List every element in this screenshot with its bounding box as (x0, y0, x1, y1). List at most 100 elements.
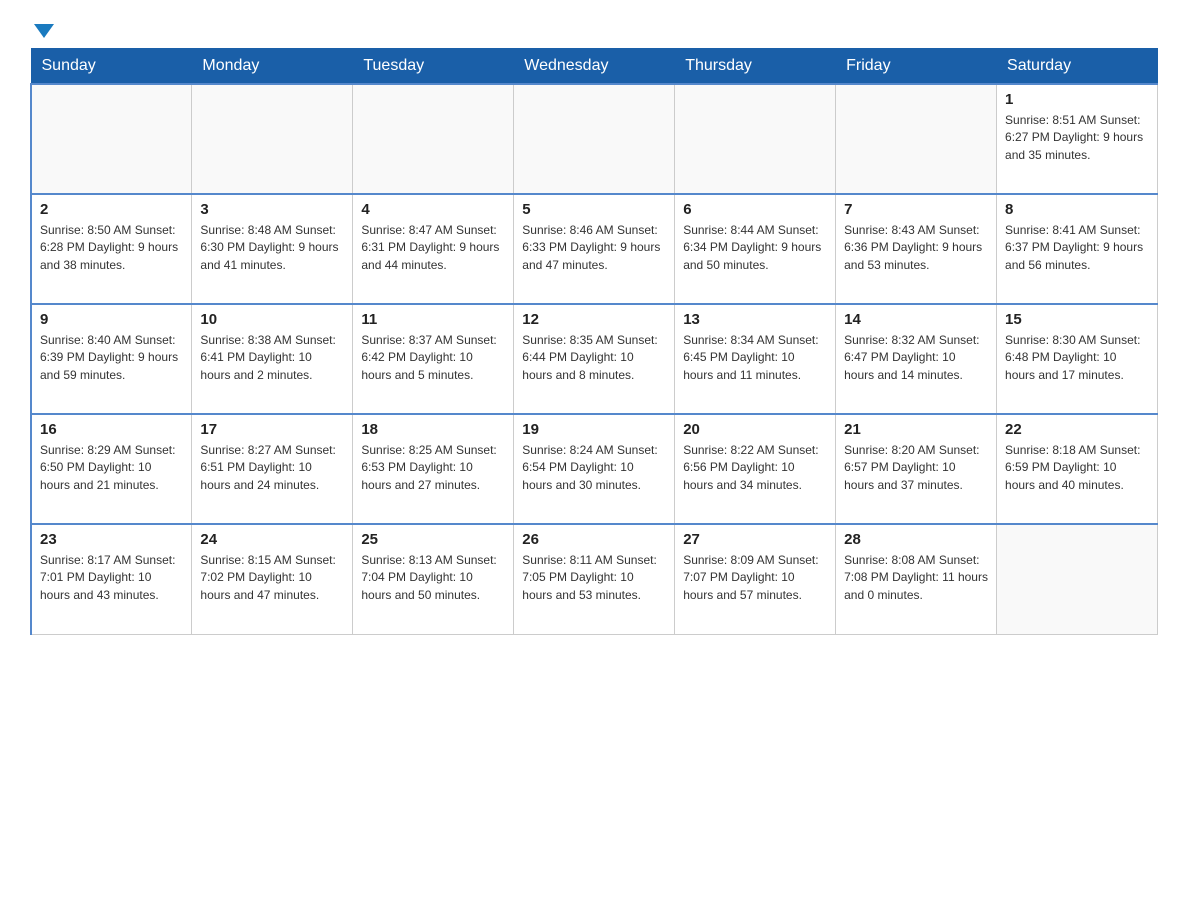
logo (30, 20, 54, 38)
day-info: Sunrise: 8:47 AM Sunset: 6:31 PM Dayligh… (361, 222, 505, 274)
calendar-cell: 19Sunrise: 8:24 AM Sunset: 6:54 PM Dayli… (514, 414, 675, 524)
day-number: 15 (1005, 311, 1149, 328)
day-number: 8 (1005, 201, 1149, 218)
calendar-cell: 23 Sunrise: 8:17 AM Sunset: 7:01 PM Dayli… (31, 524, 192, 634)
day-number: 22 (1005, 421, 1149, 438)
day-info: Sunrise: 8:32 AM Sunset: 6:47 PM Dayligh… (844, 332, 988, 384)
calendar-cell: 6 Sunrise: 8:44 AM Sunset: 6:34 PM Daylig… (675, 194, 836, 304)
day-number: 4 (361, 201, 505, 218)
calendar-header: SundayMondayTuesdayWednesdayThursdayFrid… (31, 49, 1158, 85)
day-number: 10 (200, 311, 344, 328)
calendar-cell (514, 84, 675, 194)
day-number: 24 (200, 531, 344, 548)
calendar-cell (192, 84, 353, 194)
day-info: Sunrise: 8:44 AM Sunset: 6:34 PM Dayligh… (683, 222, 827, 274)
calendar-cell: 5Sunrise: 8:46 AM Sunset: 6:33 PM Daylig… (514, 194, 675, 304)
page-header (30, 20, 1158, 38)
day-info: Sunrise: 8:25 AM Sunset: 6:53 PM Dayligh… (361, 442, 505, 494)
calendar-cell: 7 Sunrise: 8:43 AM Sunset: 6:36 PM Daylig… (836, 194, 997, 304)
day-info: Sunrise: 8:11 AM Sunset: 7:05 PM Dayligh… (522, 552, 666, 604)
calendar-cell: 11 Sunrise: 8:37 AM Sunset: 6:42 PM Dayli… (353, 304, 514, 414)
day-info: Sunrise: 8:51 AM Sunset: 6:27 PM Dayligh… (1005, 112, 1149, 164)
logo-arrow-icon (34, 24, 54, 38)
day-info: Sunrise: 8:35 AM Sunset: 6:44 PM Dayligh… (522, 332, 666, 384)
calendar-week-4: 23 Sunrise: 8:17 AM Sunset: 7:01 PM Dayli… (31, 524, 1158, 634)
weekday-header-tuesday: Tuesday (353, 49, 514, 85)
day-info: Sunrise: 8:15 AM Sunset: 7:02 PM Dayligh… (200, 552, 344, 604)
day-info: Sunrise: 8:13 AM Sunset: 7:04 PM Dayligh… (361, 552, 505, 604)
day-number: 17 (200, 421, 344, 438)
weekday-header-wednesday: Wednesday (514, 49, 675, 85)
calendar-cell (353, 84, 514, 194)
calendar-cell: 25 Sunrise: 8:13 AM Sunset: 7:04 PM Dayli… (353, 524, 514, 634)
weekday-header-monday: Monday (192, 49, 353, 85)
calendar-cell: 3 Sunrise: 8:48 AM Sunset: 6:30 PM Daylig… (192, 194, 353, 304)
calendar-cell: 20 Sunrise: 8:22 AM Sunset: 6:56 PM Dayli… (675, 414, 836, 524)
calendar-cell: 10 Sunrise: 8:38 AM Sunset: 6:41 PM Dayli… (192, 304, 353, 414)
day-info: Sunrise: 8:24 AM Sunset: 6:54 PM Dayligh… (522, 442, 666, 494)
day-info: Sunrise: 8:08 AM Sunset: 7:08 PM Dayligh… (844, 552, 988, 604)
day-info: Sunrise: 8:20 AM Sunset: 6:57 PM Dayligh… (844, 442, 988, 494)
day-number: 20 (683, 421, 827, 438)
day-info: Sunrise: 8:37 AM Sunset: 6:42 PM Dayligh… (361, 332, 505, 384)
calendar-cell: 27 Sunrise: 8:09 AM Sunset: 7:07 PM Dayli… (675, 524, 836, 634)
calendar-cell: 4 Sunrise: 8:47 AM Sunset: 6:31 PM Daylig… (353, 194, 514, 304)
calendar-cell: 15 Sunrise: 8:30 AM Sunset: 6:48 PM Dayli… (997, 304, 1158, 414)
calendar-table: SundayMondayTuesdayWednesdayThursdayFrid… (30, 48, 1158, 635)
day-info: Sunrise: 8:41 AM Sunset: 6:37 PM Dayligh… (1005, 222, 1149, 274)
day-number: 7 (844, 201, 988, 218)
calendar-cell: 12 Sunrise: 8:35 AM Sunset: 6:44 PM Dayli… (514, 304, 675, 414)
calendar-cell: 26 Sunrise: 8:11 AM Sunset: 7:05 PM Dayli… (514, 524, 675, 634)
day-number: 16 (40, 421, 183, 438)
day-number: 12 (522, 311, 666, 328)
calendar-cell (31, 84, 192, 194)
day-info: Sunrise: 8:34 AM Sunset: 6:45 PM Dayligh… (683, 332, 827, 384)
day-info: Sunrise: 8:09 AM Sunset: 7:07 PM Dayligh… (683, 552, 827, 604)
day-number: 13 (683, 311, 827, 328)
day-number: 2 (40, 201, 183, 218)
day-number: 11 (361, 311, 505, 328)
weekday-header-saturday: Saturday (997, 49, 1158, 85)
day-info: Sunrise: 8:50 AM Sunset: 6:28 PM Dayligh… (40, 222, 183, 274)
calendar-body: 1 Sunrise: 8:51 AM Sunset: 6:27 PM Daylig… (31, 84, 1158, 634)
day-number: 21 (844, 421, 988, 438)
day-info: Sunrise: 8:46 AM Sunset: 6:33 PM Dayligh… (522, 222, 666, 274)
day-number: 3 (200, 201, 344, 218)
calendar-week-2: 9Sunrise: 8:40 AM Sunset: 6:39 PM Daylig… (31, 304, 1158, 414)
day-info: Sunrise: 8:48 AM Sunset: 6:30 PM Dayligh… (200, 222, 344, 274)
calendar-cell (675, 84, 836, 194)
calendar-cell: 14 Sunrise: 8:32 AM Sunset: 6:47 PM Dayli… (836, 304, 997, 414)
day-number: 23 (40, 531, 183, 548)
calendar-cell: 21 Sunrise: 8:20 AM Sunset: 6:57 PM Dayli… (836, 414, 997, 524)
calendar-cell: 24 Sunrise: 8:15 AM Sunset: 7:02 PM Dayli… (192, 524, 353, 634)
day-number: 14 (844, 311, 988, 328)
day-number: 18 (361, 421, 505, 438)
day-number: 28 (844, 531, 988, 548)
day-info: Sunrise: 8:30 AM Sunset: 6:48 PM Dayligh… (1005, 332, 1149, 384)
weekday-header-friday: Friday (836, 49, 997, 85)
day-number: 27 (683, 531, 827, 548)
day-number: 1 (1005, 91, 1149, 108)
calendar-cell: 22 Sunrise: 8:18 AM Sunset: 6:59 PM Dayli… (997, 414, 1158, 524)
day-number: 26 (522, 531, 666, 548)
day-number: 6 (683, 201, 827, 218)
calendar-cell: 9Sunrise: 8:40 AM Sunset: 6:39 PM Daylig… (31, 304, 192, 414)
day-info: Sunrise: 8:22 AM Sunset: 6:56 PM Dayligh… (683, 442, 827, 494)
weekday-row: SundayMondayTuesdayWednesdayThursdayFrid… (31, 49, 1158, 85)
day-number: 25 (361, 531, 505, 548)
day-info: Sunrise: 8:29 AM Sunset: 6:50 PM Dayligh… (40, 442, 183, 494)
day-info: Sunrise: 8:43 AM Sunset: 6:36 PM Dayligh… (844, 222, 988, 274)
calendar-cell: 13 Sunrise: 8:34 AM Sunset: 6:45 PM Dayli… (675, 304, 836, 414)
calendar-week-1: 2 Sunrise: 8:50 AM Sunset: 6:28 PM Daylig… (31, 194, 1158, 304)
calendar-week-3: 16 Sunrise: 8:29 AM Sunset: 6:50 PM Dayli… (31, 414, 1158, 524)
calendar-cell: 1 Sunrise: 8:51 AM Sunset: 6:27 PM Daylig… (997, 84, 1158, 194)
weekday-header-sunday: Sunday (31, 49, 192, 85)
calendar-cell: 18 Sunrise: 8:25 AM Sunset: 6:53 PM Dayli… (353, 414, 514, 524)
day-number: 9 (40, 311, 183, 328)
day-info: Sunrise: 8:17 AM Sunset: 7:01 PM Dayligh… (40, 552, 183, 604)
day-info: Sunrise: 8:27 AM Sunset: 6:51 PM Dayligh… (200, 442, 344, 494)
day-info: Sunrise: 8:38 AM Sunset: 6:41 PM Dayligh… (200, 332, 344, 384)
day-info: Sunrise: 8:18 AM Sunset: 6:59 PM Dayligh… (1005, 442, 1149, 494)
calendar-cell (997, 524, 1158, 634)
weekday-header-thursday: Thursday (675, 49, 836, 85)
